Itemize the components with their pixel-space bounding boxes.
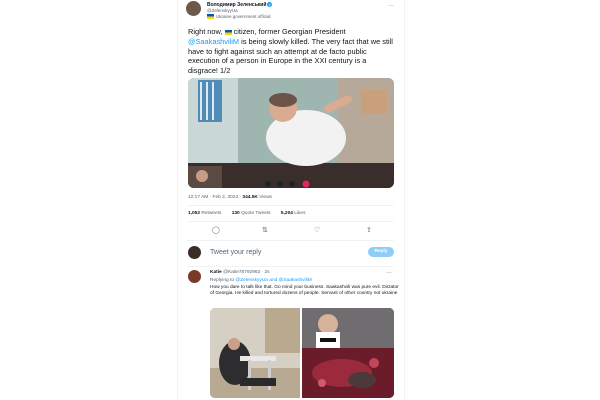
ukraine-flag-icon — [224, 29, 232, 35]
reply-input[interactable]: Tweet your reply — [210, 249, 261, 256]
views-count: 344.5K — [242, 195, 258, 200]
quotes-stat[interactable]: 130 Quote Tweets — [232, 211, 271, 216]
tweet-text: Right now, citizen, former Georgian Pres… — [188, 27, 398, 76]
likes-count: 5,204 — [280, 211, 293, 216]
author-handle[interactable]: @ZelenskyyUa — [207, 8, 238, 13]
divider — [188, 205, 394, 206]
retweets-count: 1,052 — [188, 211, 201, 216]
quotes-label: Quote Tweets — [241, 211, 271, 216]
reply-composer: Tweet your reply Reply — [188, 244, 394, 264]
video-frame — [188, 78, 394, 188]
reply-icon[interactable]: ◯ — [212, 226, 220, 234]
share-icon[interactable]: ⇪ — [366, 226, 372, 234]
reply-image-2[interactable] — [302, 308, 394, 398]
views-label: Views — [259, 195, 272, 200]
tweet-video[interactable] — [188, 78, 394, 188]
tweet-time[interactable]: 12:17 AM · Feb 2, 2023 · — [188, 195, 241, 200]
more-icon[interactable]: ··· — [388, 3, 394, 9]
retweets-label: Retweets — [201, 211, 222, 216]
reply-button[interactable]: Reply — [368, 247, 394, 257]
divider — [188, 240, 394, 241]
reply-image-2-graphic — [302, 308, 394, 398]
reply-tweet: Katie @Katie78792963 · 2s ··· Replying t… — [188, 270, 399, 400]
reply-time[interactable]: · 2s — [262, 270, 270, 275]
gov-label-text: Ukraine government official — [216, 14, 271, 19]
likes-stat[interactable]: 5,204 Likes — [281, 211, 306, 216]
reply-author-name[interactable]: Katie — [210, 270, 222, 275]
divider — [188, 221, 394, 222]
reply-text: How you dare to talk like that. Go mind … — [210, 285, 399, 297]
tweet-card: Володимир Зеленський ✓ @ZelenskyyUa Ukrai… — [177, 0, 405, 400]
tweet-header: Володимир Зеленський ✓ @ZelenskyyUa Ukrai… — [186, 1, 396, 23]
retweets-stat[interactable]: 1,052 Retweets — [188, 211, 221, 216]
tweet-actions: ◯ ⇅ ♡ ⇪ — [188, 226, 394, 236]
tweet-stats: 1,052 Retweets 130 Quote Tweets 5,204 Li… — [188, 211, 314, 216]
gov-label: Ukraine government official — [207, 14, 271, 20]
reply-header: Katie @Katie78792963 · 2s — [210, 270, 270, 275]
user-avatar — [188, 246, 201, 259]
quotes-count: 130 — [231, 211, 240, 216]
tweet-text-part: citizen, former Georgian President — [233, 27, 346, 36]
tweet-meta: 12:17 AM · Feb 2, 2023 · 344.5K Views — [188, 195, 272, 200]
likes-label: Likes — [294, 211, 306, 216]
reply-author-avatar[interactable] — [188, 270, 201, 283]
divider — [188, 266, 394, 267]
reply-author-handle[interactable]: @Katie78792963 — [223, 270, 260, 275]
reply-image-1-graphic — [210, 308, 300, 398]
replying-to-links[interactable]: @ZelenskyyUa and @SaakashviliM — [235, 278, 311, 283]
reply-image-1[interactable] — [210, 308, 300, 398]
verified-icon: ✓ — [267, 2, 273, 8]
like-icon[interactable]: ♡ — [314, 226, 320, 234]
ukraine-flag-icon — [207, 14, 214, 20]
more-icon[interactable]: ··· — [386, 270, 392, 276]
retweet-icon[interactable]: ⇅ — [262, 226, 268, 234]
tweet-text-part: Right now, — [188, 27, 223, 36]
replying-prefix: Replying to — [210, 278, 234, 283]
replying-to: Replying to @ZelenskyyUa and @Saakashvil… — [210, 278, 312, 283]
author-avatar[interactable] — [186, 1, 201, 16]
mention-link[interactable]: @SaakashviliM — [188, 37, 239, 46]
